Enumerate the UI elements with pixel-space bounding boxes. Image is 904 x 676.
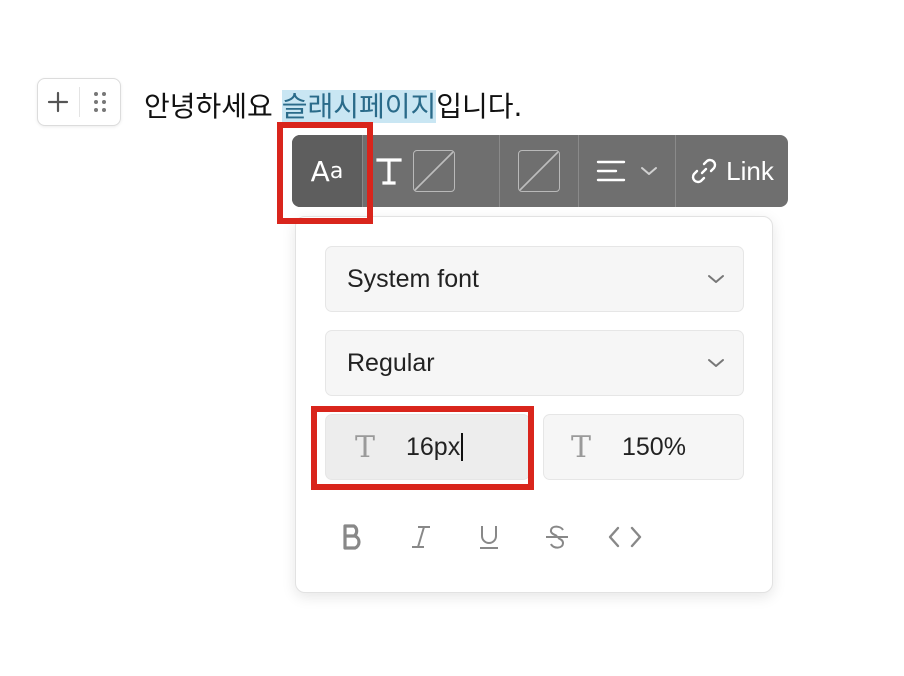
plus-icon bbox=[48, 91, 69, 113]
font-weight-select[interactable]: Regular bbox=[325, 330, 744, 396]
underline-icon bbox=[480, 526, 498, 549]
chevron-down-icon bbox=[641, 167, 657, 175]
paragraph-block[interactable]: 안녕하세요 슬래시페이지입니다. bbox=[144, 84, 522, 130]
font-size-value: 16px bbox=[406, 432, 461, 461]
font-family-value: System font bbox=[347, 264, 479, 293]
font-size-icon: T bbox=[354, 429, 375, 465]
line-height-value: 150% bbox=[622, 432, 686, 461]
inline-format-row bbox=[336, 519, 642, 555]
link-icon bbox=[691, 158, 717, 184]
font-family-select[interactable]: System font bbox=[325, 246, 744, 312]
font-size-input[interactable]: T 16px bbox=[325, 414, 530, 480]
text-color-button[interactable] bbox=[363, 135, 499, 207]
text-align-button[interactable] bbox=[579, 135, 675, 207]
line-height-input[interactable]: T 150% bbox=[543, 414, 744, 480]
italic-button[interactable] bbox=[404, 519, 438, 555]
line-height-icon: T bbox=[570, 429, 591, 465]
code-icon bbox=[608, 526, 642, 548]
link-label: Link bbox=[726, 155, 774, 186]
paragraph-text-before: 안녕하세요 bbox=[144, 90, 282, 123]
underline-button[interactable] bbox=[472, 519, 506, 555]
font-settings-button[interactable]: Aa bbox=[292, 135, 362, 207]
font-settings-popover: System font Regular T 16px T 150% bbox=[295, 216, 773, 593]
no-color-swatch-icon bbox=[413, 150, 455, 192]
no-color-swatch-icon bbox=[518, 150, 560, 192]
code-button[interactable] bbox=[608, 519, 642, 555]
block-handle bbox=[37, 78, 121, 126]
chevron-down-icon bbox=[708, 275, 724, 283]
background-color-button[interactable] bbox=[500, 135, 578, 207]
selected-text[interactable]: 슬래시페이지 bbox=[281, 90, 437, 123]
drag-dots-icon bbox=[93, 92, 106, 112]
drag-handle[interactable] bbox=[80, 79, 121, 125]
strikethrough-button[interactable] bbox=[540, 519, 574, 555]
font-weight-value: Regular bbox=[347, 348, 435, 377]
align-left-icon bbox=[596, 160, 626, 182]
italic-icon bbox=[412, 526, 430, 548]
bold-button[interactable] bbox=[336, 519, 370, 555]
strikethrough-icon bbox=[546, 525, 568, 549]
font-icon-big: A bbox=[310, 154, 330, 188]
editor-canvas: 안녕하세요 슬래시페이지입니다. Aa Link System font Reg… bbox=[0, 0, 904, 676]
text-color-icon bbox=[376, 158, 402, 185]
text-caret bbox=[461, 433, 464, 461]
link-button[interactable]: Link bbox=[676, 135, 788, 207]
chevron-down-icon bbox=[708, 359, 724, 367]
paragraph-text-after: 입니다. bbox=[436, 90, 523, 123]
add-block-button[interactable] bbox=[38, 79, 79, 125]
bold-icon bbox=[343, 524, 361, 550]
format-toolbar: Aa Link bbox=[292, 135, 788, 207]
font-icon-small: a bbox=[329, 158, 344, 184]
